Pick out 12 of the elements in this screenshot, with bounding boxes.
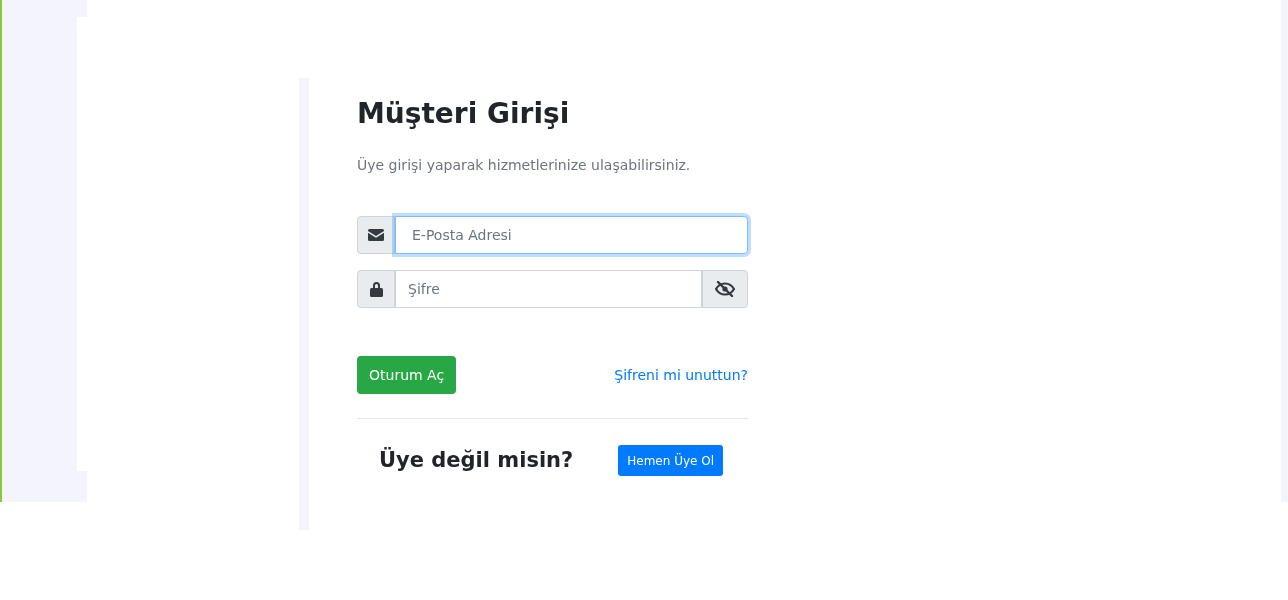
email-field[interactable]: E-Posta Adresi [395, 216, 748, 254]
signup-button[interactable]: Hemen Üye Ol [618, 445, 723, 477]
login-button[interactable]: Oturum Aç [357, 356, 457, 394]
envelope-icon [368, 229, 384, 241]
password-field[interactable]: Şifre [395, 270, 702, 308]
show-password-button[interactable] [702, 270, 748, 308]
eye-slash-icon [715, 281, 735, 297]
page-title: Müşteri Girişi [357, 96, 571, 132]
subtitle-text: Üye girişi yaparak hizmetlerinize ulaşabilirsiniz. [357, 156, 692, 175]
lock-icon [369, 281, 383, 297]
signup-prompt: Üye değil misin? [379, 446, 574, 474]
forgot-password-link[interactable]: Şifreni mi unuttun? [614, 364, 748, 386]
